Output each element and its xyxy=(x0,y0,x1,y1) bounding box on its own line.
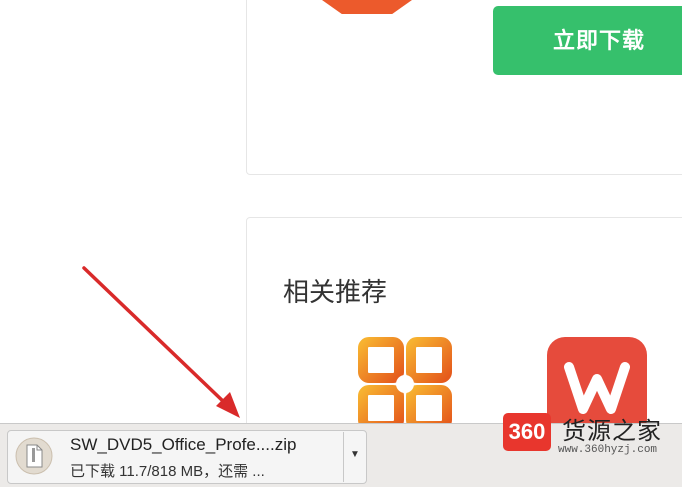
watermark-logo: 360 xyxy=(503,413,551,451)
file-icon xyxy=(14,436,54,476)
related-title: 相关推荐 xyxy=(283,277,388,307)
watermark-url: www.360hyzj.com xyxy=(558,444,658,456)
watermark-title: 货源之家 xyxy=(562,418,662,445)
download-options-dropdown-icon[interactable]: ▼ xyxy=(344,432,366,482)
download-file-name[interactable]: SW_DVD5_Office_Profe....zip xyxy=(70,435,296,455)
download-now-button[interactable]: 立即下载 xyxy=(493,6,682,75)
office-icon[interactable] xyxy=(355,334,455,434)
download-status: 已下载 11.7/818 MB，还需 ... xyxy=(70,463,265,480)
